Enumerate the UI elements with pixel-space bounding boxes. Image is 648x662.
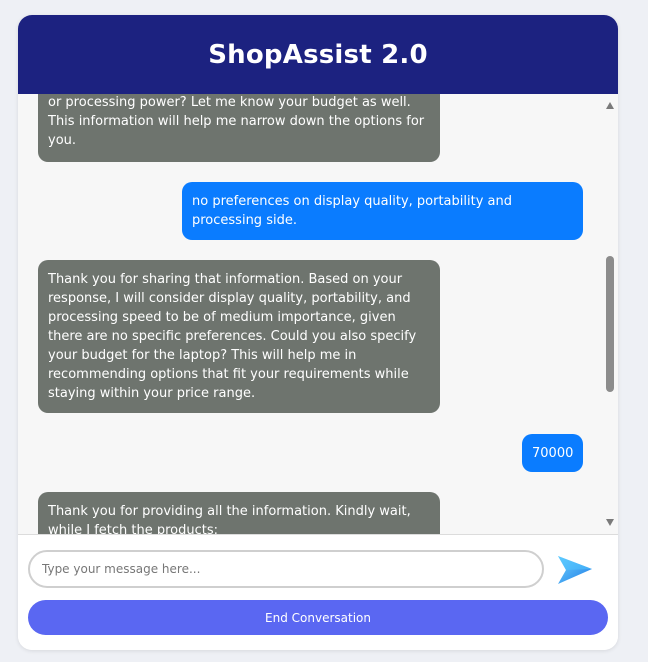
message-line: your budget for the laptop? This will he… [48, 348, 357, 363]
user-message: no preferences on display quality, porta… [182, 182, 583, 240]
message-line: Thank you for sharing that information. … [48, 272, 403, 287]
message-line: no preferences on display quality, porta… [192, 194, 512, 209]
send-arrow-icon [558, 556, 592, 584]
message-line: there are no specific preferences. Could… [48, 329, 417, 344]
message-line: processing speed to be of medium importa… [48, 310, 396, 325]
app-header: ShopAssist 2.0 [18, 15, 618, 94]
bot-message: Thank you for sharing that information. … [38, 260, 440, 413]
chat-history[interactable]: or processing power? Let me know your bu… [18, 94, 618, 534]
bot-message: or processing power? Let me know your bu… [38, 94, 440, 162]
chat-app: ShopAssist 2.0 or processing power? Let … [18, 15, 618, 650]
message-line: Thank you for providing all the informat… [48, 504, 411, 519]
user-message: 70000 [522, 434, 583, 472]
scroll-down-arrow-icon[interactable] [606, 519, 614, 526]
message-line: you. [48, 133, 77, 148]
app-title: ShopAssist 2.0 [208, 39, 428, 70]
send-button[interactable] [555, 552, 595, 588]
message-input[interactable] [28, 550, 544, 588]
message-line: processing side. [192, 213, 297, 228]
message-line: response, I will consider display qualit… [48, 291, 411, 306]
message-line: staying within your price range. [48, 386, 256, 401]
input-area: End Conversation [18, 535, 618, 650]
message-line: 70000 [532, 446, 574, 461]
message-line: This information will help me narrow dow… [48, 114, 425, 129]
bot-message: Thank you for providing all the informat… [38, 492, 440, 534]
chat-scrollbar[interactable] [603, 94, 617, 534]
message-line: or processing power? Let me know your bu… [48, 95, 411, 110]
end-conversation-button[interactable]: End Conversation [28, 600, 608, 635]
scrollbar-thumb[interactable] [606, 256, 614, 392]
message-line: while I fetch the products: [48, 523, 219, 534]
scroll-up-arrow-icon[interactable] [606, 102, 614, 109]
message-line: recommending options that fit your requi… [48, 367, 409, 382]
